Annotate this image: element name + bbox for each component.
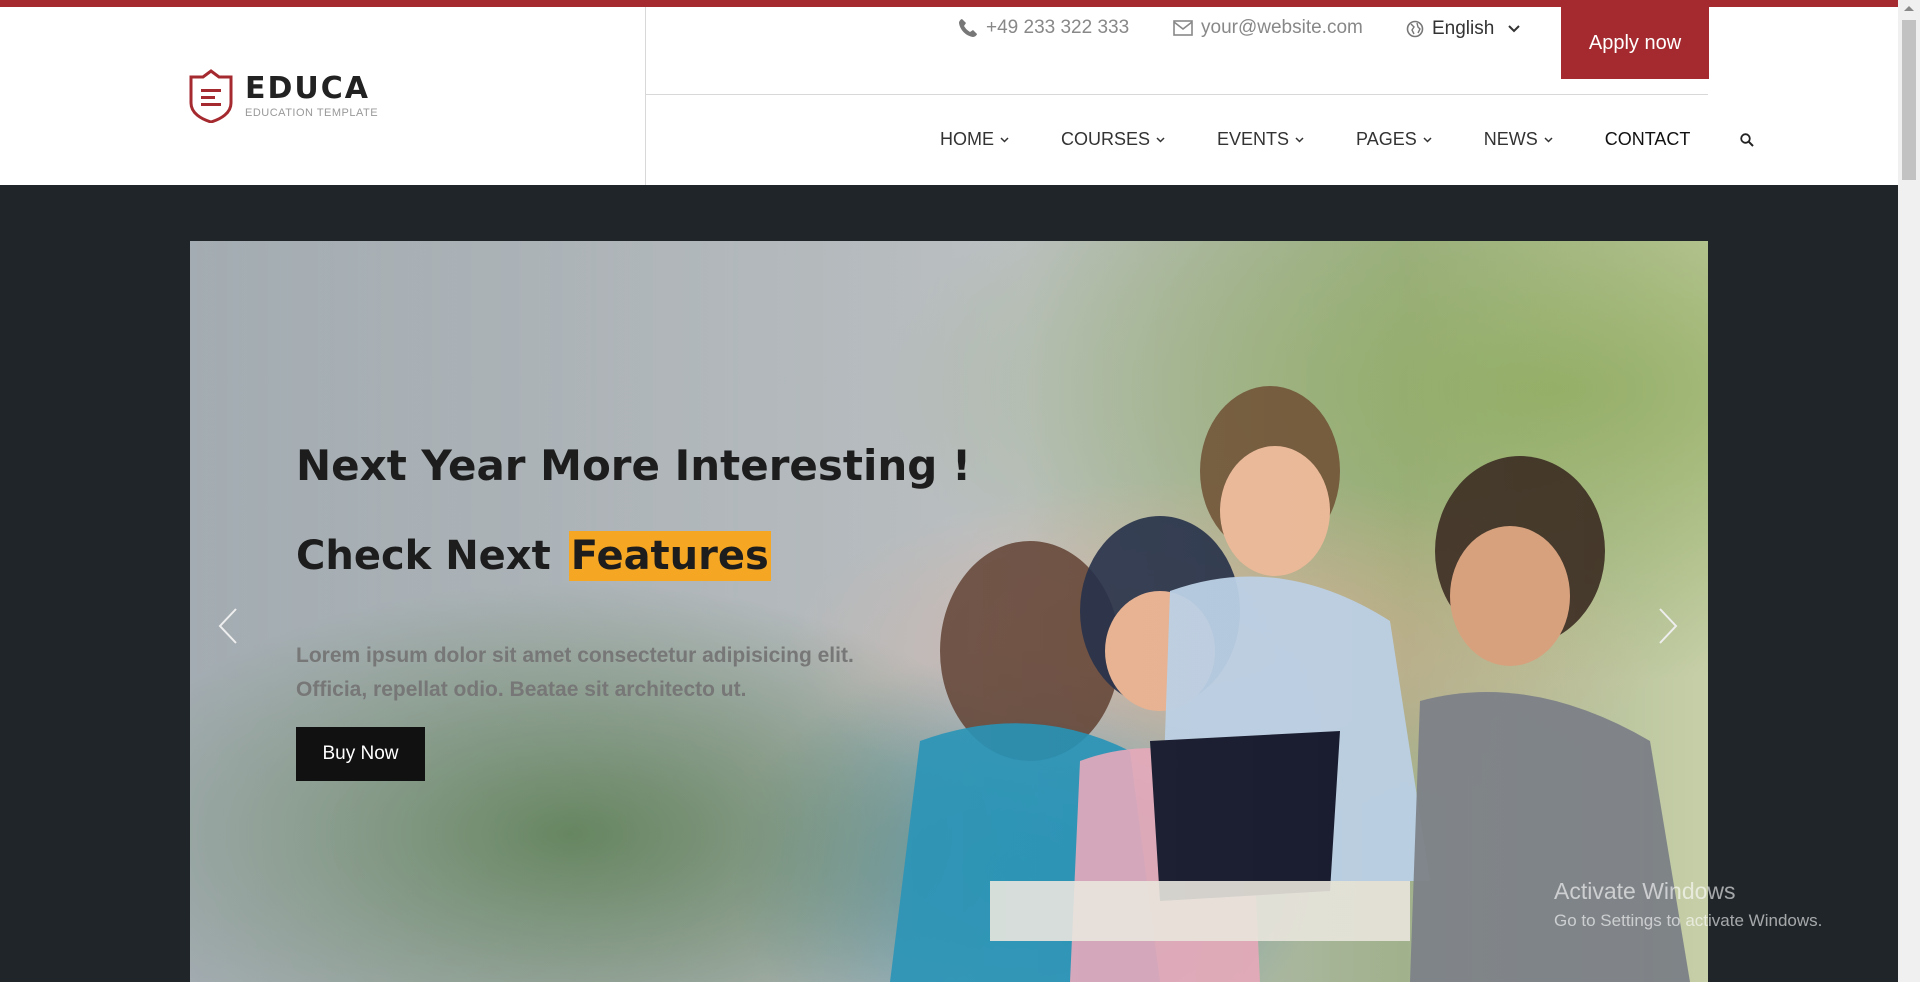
top-accent-bar	[0, 0, 1898, 7]
hero-title: Next Year More Interesting !	[296, 441, 972, 490]
page-scrollbar[interactable]	[1898, 0, 1920, 982]
nav-item-events[interactable]: EVENTS	[1217, 129, 1304, 150]
hero-text-line: Lorem ipsum dolor sit amet consectetur a…	[296, 644, 854, 667]
hero-subtitle-highlight: Features	[568, 531, 771, 581]
nav-item-label: HOME	[940, 129, 994, 149]
slider-prev-button[interactable]	[218, 607, 238, 650]
nav-item-pages[interactable]: PAGES	[1356, 129, 1432, 150]
hero-subtitle: Check Next Features	[296, 531, 771, 581]
chevron-left-icon	[218, 608, 237, 644]
hero-description: Lorem ipsum dolor sit amet consectetur a…	[296, 639, 916, 707]
email-address: your@website.com	[1201, 17, 1363, 38]
phone-icon	[959, 19, 977, 37]
nav-item-label: COURSES	[1061, 129, 1151, 149]
hero-overlay	[190, 241, 1708, 982]
nav-item-news[interactable]: NEWS	[1484, 129, 1553, 150]
chevron-right-icon	[1659, 608, 1678, 644]
brand-name: EDUCA	[245, 71, 370, 106]
site-header: EDUCA EDUCATION TEMPLATE +49 233 322 333…	[0, 7, 1898, 185]
phone-number: +49 233 322 333	[986, 17, 1130, 38]
watermark-subtitle: Go to Settings to activate Windows.	[1554, 911, 1823, 930]
nav-item-contact[interactable]: CONTACT	[1605, 129, 1691, 150]
phone-contact[interactable]: +49 233 322 333	[958, 17, 1129, 39]
chevron-down-icon	[1000, 136, 1009, 143]
chevron-down-icon	[1295, 136, 1304, 143]
mail-icon	[1173, 20, 1193, 36]
slider-next-button[interactable]	[1658, 607, 1678, 650]
header-vertical-divider	[645, 7, 646, 185]
chevron-down-icon	[1156, 136, 1165, 143]
nav-item-label: PAGES	[1356, 129, 1417, 149]
apply-now-button[interactable]: Apply now	[1561, 7, 1709, 79]
email-contact[interactable]: your@website.com	[1173, 17, 1363, 39]
search-icon	[1740, 132, 1755, 147]
nav-item-label: EVENTS	[1217, 129, 1290, 149]
buy-now-button[interactable]: Buy Now	[296, 727, 425, 781]
language-label: English	[1432, 18, 1495, 39]
nav-item-label: CONTACT	[1604, 129, 1691, 149]
scrollbar-thumb[interactable]	[1902, 20, 1916, 180]
hero-slider: Next Year More Interesting ! Check Next …	[190, 241, 1708, 982]
shield-logo-icon	[189, 69, 233, 123]
chevron-down-icon	[1508, 25, 1521, 33]
chevron-down-icon	[1423, 136, 1432, 143]
language-selector[interactable]: English	[1406, 18, 1528, 40]
hero-text-line: Officia, repellat odio. Beatae sit archi…	[296, 678, 747, 701]
windows-activation-watermark: Activate Windows Go to Settings to activ…	[1554, 878, 1822, 931]
hero-subtitle-prefix: Check Next	[296, 533, 551, 579]
chevron-down-icon	[1544, 136, 1553, 143]
globe-icon	[1406, 20, 1424, 38]
nav-item-home[interactable]: HOME	[940, 129, 1009, 150]
brand-tagline: EDUCATION TEMPLATE	[245, 107, 379, 119]
site-logo[interactable]: EDUCA EDUCATION TEMPLATE	[189, 69, 378, 123]
nav-item-courses[interactable]: COURSES	[1061, 129, 1165, 150]
scroll-up-icon[interactable]	[1903, 4, 1915, 12]
main-nav: HOME COURSES EVENTS PAGES NEWS CONTACT	[940, 129, 1755, 150]
watermark-title: Activate Windows	[1554, 878, 1736, 904]
nav-item-label: NEWS	[1483, 129, 1538, 149]
nav-search-button[interactable]	[1740, 132, 1755, 147]
header-horizontal-divider	[645, 94, 1708, 95]
